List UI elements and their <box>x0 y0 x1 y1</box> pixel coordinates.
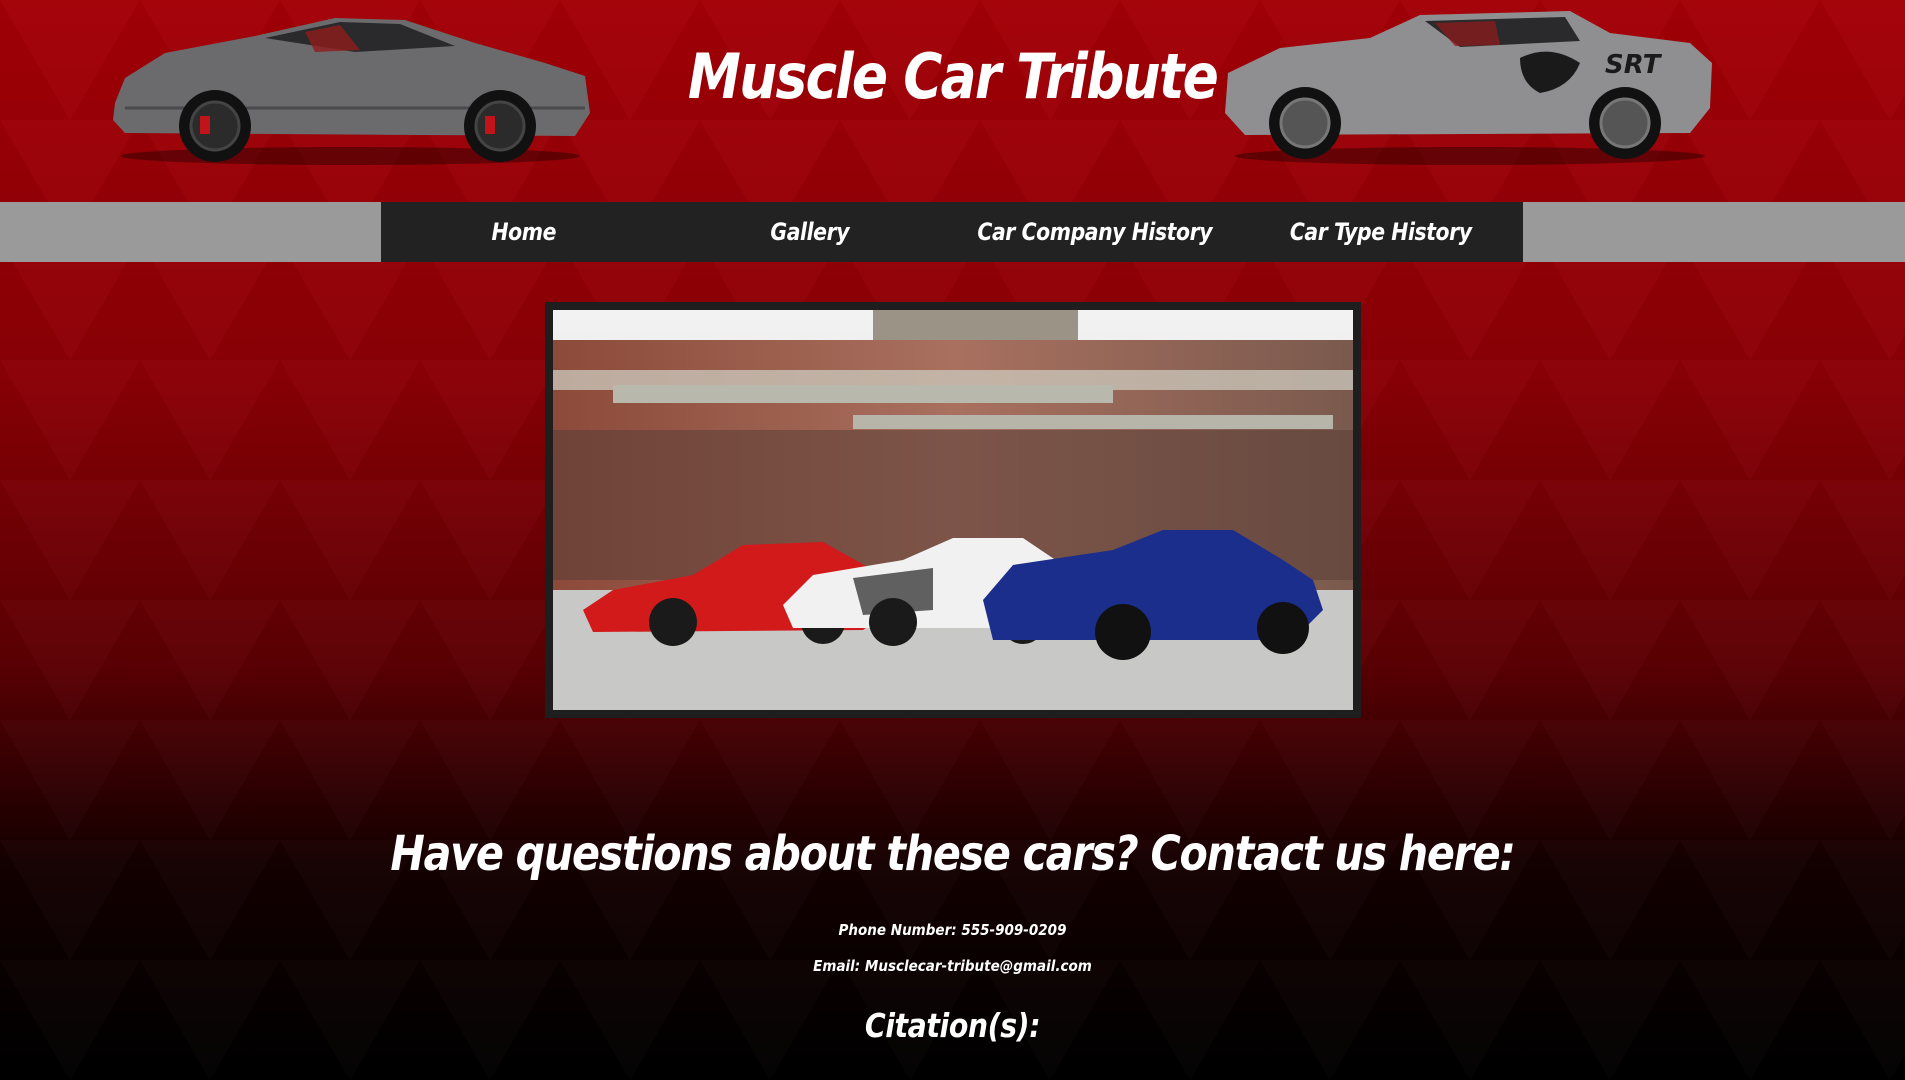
contact-phone: Phone Number: 555-909-0209 <box>838 921 1067 939</box>
nav-item-gallery[interactable]: Gallery <box>688 202 931 262</box>
nav-item-home[interactable]: Home <box>402 202 645 262</box>
hero-photo-frame <box>545 302 1361 718</box>
nav-menu: Home Gallery Car Company History Car Typ… <box>381 202 1523 262</box>
contact-email: Email: Musclecar-tribute@gmail.com <box>813 957 1092 975</box>
nav-item-car-type-history[interactable]: Car Type History <box>1259 202 1502 262</box>
nav-item-car-company-history[interactable]: Car Company History <box>973 202 1216 262</box>
right-car-image: SRT <box>1225 11 1712 165</box>
hero-cars-photo <box>553 310 1353 710</box>
contact-heading: Have questions about these cars? Contact… <box>390 826 1516 882</box>
citation-heading: Citation(s): <box>864 1006 1041 1045</box>
site-header: Muscle Car Tribute SRT <box>0 0 1905 202</box>
main-navigation: Home Gallery Car Company History Car Typ… <box>0 202 1905 262</box>
svg-text:SRT: SRT <box>1605 50 1663 80</box>
